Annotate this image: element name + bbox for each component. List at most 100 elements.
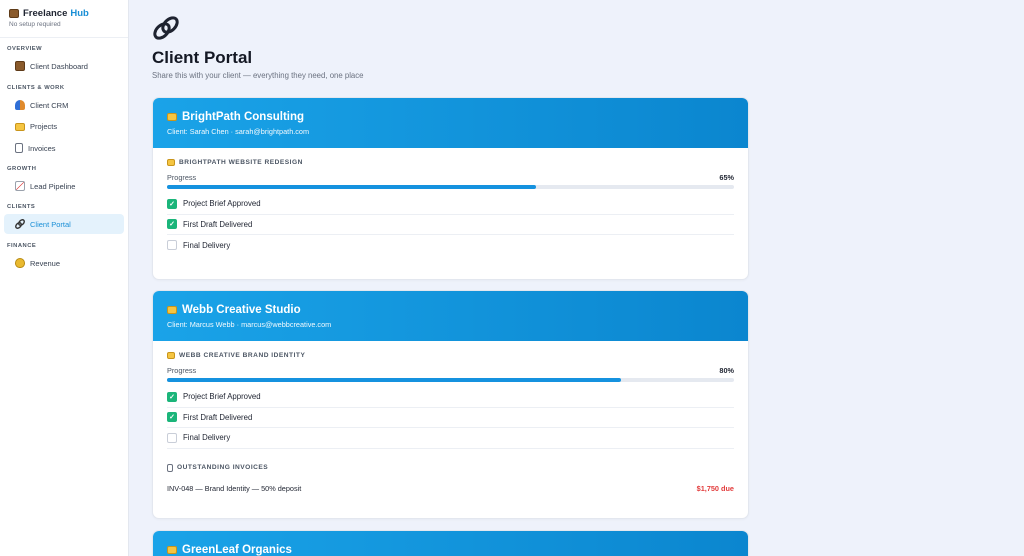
sidebar-item-label: Revenue (30, 258, 61, 268)
nav-section-title: GROWTH (7, 166, 37, 172)
folder-icon (167, 306, 177, 314)
client-name: GreenLeaf Organics (182, 544, 292, 556)
checkbox[interactable]: ✓ (167, 391, 177, 402)
client-name: Webb Creative Studio (182, 304, 301, 316)
folder-icon (167, 113, 177, 121)
brand-name: Freelance (23, 8, 68, 19)
invoice-row[interactable]: INV-048 — Brand Identity — 50% deposit $… (167, 484, 734, 493)
task-list: ✓ Project Brief Approved ✓ First Draft D… (167, 194, 734, 256)
brand-subtitle: No setup required (9, 21, 61, 28)
sidebar-item-label: Invoices (28, 143, 56, 153)
sidebar-item-invoices[interactable]: Invoices (4, 138, 124, 158)
receipt-icon (15, 143, 23, 153)
task-item[interactable]: ✓ First Draft Delivered (167, 408, 734, 428)
sidebar-item-client-portal[interactable]: Client Portal (4, 214, 124, 234)
client-contact: Client: Sarah Chen · sarah@brightpath.co… (167, 127, 310, 136)
task-item[interactable]: ✓ Project Brief Approved (167, 194, 734, 215)
checkbox[interactable] (167, 240, 177, 251)
client-card: Webb Creative Studio Client: Marcus Webb… (152, 290, 749, 519)
nav-clients-work: CLIENTS & WORK Client CRM Projects Invoi… (0, 85, 128, 158)
page-subtitle: Share this with your client — everything… (152, 71, 364, 80)
task-item[interactable]: Final Delivery (167, 428, 734, 449)
sidebar-item-client-crm[interactable]: Client CRM (4, 95, 124, 115)
task-list: ✓ Project Brief Approved ✓ First Draft D… (167, 387, 734, 449)
client-card: BrightPath Consulting Client: Sarah Chen… (152, 97, 749, 280)
sidebar-item-label: Lead Pipeline (30, 181, 76, 191)
project-label: BRIGHTPATH WEBSITE REDESIGN (167, 159, 734, 166)
sidebar-item-revenue[interactable]: Revenue (4, 253, 124, 273)
brand: Freelance Hub No setup required (0, 0, 128, 38)
money-bag-icon (15, 258, 25, 268)
progress-label: Progress (167, 173, 197, 182)
receipt-icon (167, 463, 173, 472)
main-content: Client Portal Share this with your clien… (129, 0, 1024, 556)
nav-growth: GROWTH Lead Pipeline (0, 166, 128, 196)
progress-percent: 65% (719, 173, 734, 182)
checkbox[interactable]: ✓ (167, 412, 177, 423)
task-label: Project Brief Approved (183, 199, 261, 209)
project-label: WEBB CREATIVE BRAND IDENTITY (167, 352, 734, 359)
client-card-header: BrightPath Consulting Client: Sarah Chen… (153, 98, 748, 148)
task-label: Project Brief Approved (183, 392, 261, 402)
client-card-header: Webb Creative Studio Client: Marcus Webb… (153, 291, 748, 341)
sidebar-item-lead-pipeline[interactable]: Lead Pipeline (4, 176, 124, 196)
nav-section-title: OVERVIEW (7, 46, 43, 52)
progress-bar-fill (167, 378, 621, 382)
task-label: First Draft Delivered (183, 412, 253, 422)
sidebar-item-label: Client Dashboard (30, 61, 88, 71)
client-card: GreenLeaf Organics (152, 530, 749, 556)
link-icon (15, 219, 25, 229)
task-label: First Draft Delivered (183, 219, 253, 229)
sidebar-item-client-dashboard[interactable]: Client Dashboard (4, 56, 124, 76)
progress-label: Progress (167, 366, 197, 375)
invoice-amount-due: $1,750 due (696, 483, 734, 493)
nav-overview: OVERVIEW Client Dashboard (0, 46, 128, 76)
checkbox[interactable]: ✓ (167, 219, 177, 230)
folder-icon (167, 352, 175, 359)
task-item[interactable]: ✓ Project Brief Approved (167, 387, 734, 408)
folder-icon (167, 159, 175, 166)
chart-icon (15, 181, 25, 191)
client-card-body: WEBB CREATIVE BRAND IDENTITY Progress 80… (153, 341, 748, 493)
brand-title: Freelance Hub (9, 8, 119, 19)
page-title: Client Portal (152, 48, 253, 67)
invoices-section-title: OUTSTANDING INVOICES (167, 463, 734, 472)
briefcase-icon (15, 61, 25, 71)
nav-finance: FINANCE Revenue (0, 243, 128, 273)
briefcase-icon (9, 9, 19, 18)
client-name: BrightPath Consulting (182, 111, 305, 123)
people-icon (15, 100, 25, 110)
sidebar-item-label: Client CRM (30, 100, 69, 110)
project-name: WEBB CREATIVE BRAND IDENTITY (179, 352, 306, 359)
nav-section-title: CLIENTS (7, 204, 36, 210)
progress-percent: 80% (719, 366, 734, 375)
sidebar: Freelance Hub No setup required OVERVIEW… (0, 0, 129, 556)
client-contact: Client: Marcus Webb · marcus@webbcreativ… (167, 320, 332, 329)
task-label: Final Delivery (183, 433, 231, 443)
progress-bar (167, 185, 734, 189)
sidebar-item-label: Client Portal (30, 219, 71, 229)
invoices-title: OUTSTANDING INVOICES (177, 464, 269, 471)
task-item[interactable]: Final Delivery (167, 235, 734, 256)
client-card-body: BRIGHTPATH WEBSITE REDESIGN Progress 65%… (153, 148, 748, 256)
link-icon (153, 16, 179, 40)
checkbox[interactable] (167, 432, 177, 443)
folder-icon (167, 546, 177, 554)
nav-section-title: FINANCE (7, 243, 37, 249)
task-item[interactable]: ✓ First Draft Delivered (167, 215, 734, 235)
sidebar-item-label: Projects (30, 122, 58, 131)
brand-accent: Hub (70, 8, 89, 19)
invoice-description: INV-048 — Brand Identity — 50% deposit (167, 483, 302, 493)
folder-icon (15, 122, 25, 131)
sidebar-item-projects[interactable]: Projects (4, 117, 124, 137)
progress-bar-fill (167, 185, 536, 189)
client-card-header: GreenLeaf Organics (153, 531, 748, 556)
progress-row: Progress 80% (167, 366, 734, 375)
task-label: Final Delivery (183, 240, 231, 250)
project-name: BRIGHTPATH WEBSITE REDESIGN (179, 159, 303, 166)
progress-bar (167, 378, 734, 382)
nav-clients: CLIENTS Client Portal (0, 204, 128, 234)
checkbox[interactable]: ✓ (167, 198, 177, 209)
progress-row: Progress 65% (167, 173, 734, 182)
nav-section-title: CLIENTS & WORK (7, 85, 65, 91)
